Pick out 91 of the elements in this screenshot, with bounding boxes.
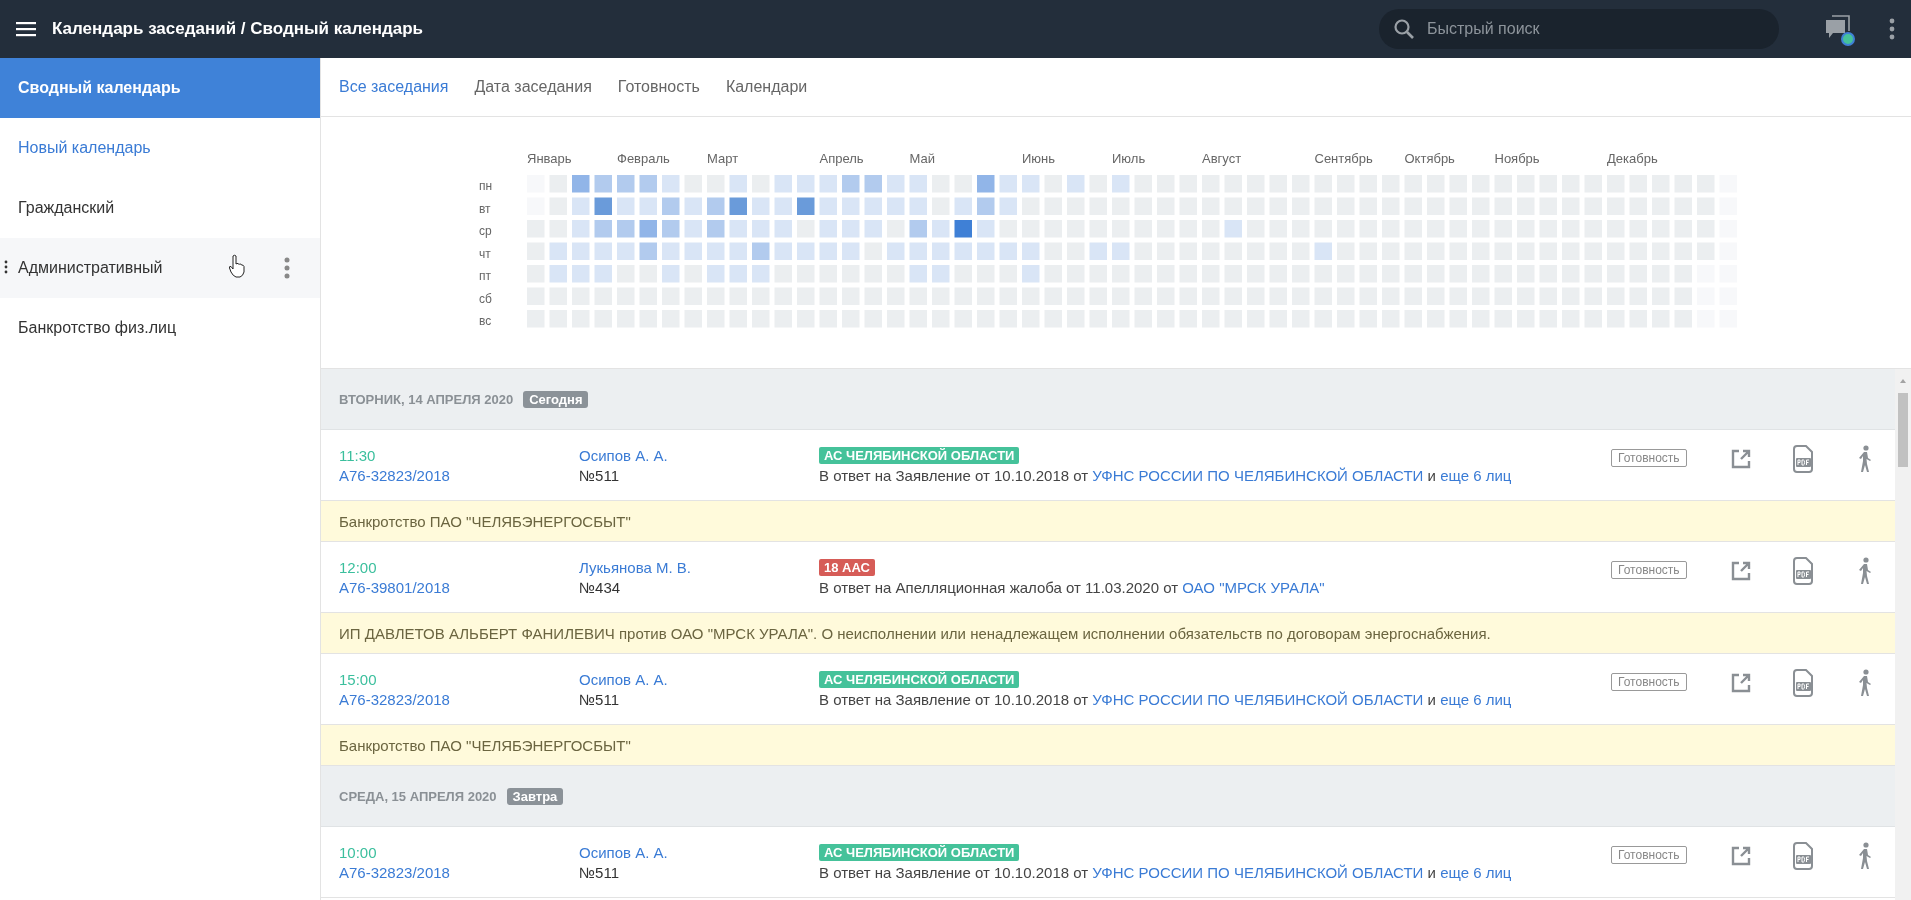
weekday-label: пн (479, 178, 494, 195)
weekday-label: вт (479, 200, 492, 218)
judge-link[interactable]: Осипов А. А. (579, 843, 668, 861)
others-link[interactable]: еще 6 лиц (1440, 863, 1512, 881)
meeting-time: 11:30 (339, 446, 376, 464)
case-number-link[interactable]: А76-32823/2018 (339, 863, 450, 881)
drag-handle-icon[interactable] (4, 260, 8, 274)
sidebar-item[interactable]: Банкротство физ.лиц (0, 298, 320, 358)
weekday-label: ср (479, 223, 493, 240)
more-icon[interactable] (284, 257, 290, 279)
month-label: Октябрь (1404, 151, 1456, 168)
meeting-description: В ответ на Заявление от 10.10.2018 от УФНС РОССИИ ПО ЧЕЛЯБИНСКОЙ ОБЛАСТИ и еще 6 лиц (819, 466, 1512, 484)
external-link-icon[interactable] (1730, 672, 1752, 694)
month-label: Январь (527, 151, 573, 168)
tab[interactable]: Готовность (617, 78, 700, 96)
external-link-icon[interactable] (1730, 560, 1752, 582)
meeting-description: В ответ на Заявление от 10.10.2018 от УФНС РОССИИ ПО ЧЕЛЯБИНСКОЙ ОБЛАСТИ и еще 6 лиц (819, 863, 1512, 881)
menu-icon[interactable] (16, 21, 36, 37)
party-link[interactable]: УФНС РОССИИ ПО ЧЕЛЯБИНСКОЙ ОБЛАСТИ (1092, 863, 1424, 881)
chat-icon[interactable] (1825, 14, 1851, 40)
case-summary: ИП ДАВЛЕТОВ АЛЬБЕРТ ФАНИЛЕВИЧ против ОАО "МРСК УРАЛА". О неисполнении или ненадлежащем исполнении обязательств по договорам энергоснабжения. (321, 613, 1895, 654)
month-label: Март (707, 151, 740, 168)
weekday-label: сб (479, 290, 493, 308)
case-number-link[interactable]: А76-32823/2018 (339, 466, 450, 484)
month-label: Август (1202, 151, 1243, 168)
tab[interactable]: Календари (725, 78, 808, 96)
month-label: Июнь (1022, 151, 1057, 168)
tab[interactable]: Дата заседания (474, 78, 592, 96)
party-link[interactable]: УФНС РОССИИ ПО ЧЕЛЯБИНСКОЙ ОБЛАСТИ (1092, 466, 1424, 484)
case-summary: Банкротство ПАО "ЧЕЛЯБЭНЕРГОСБЫТ" (321, 501, 1895, 542)
month-label: Май (909, 151, 936, 168)
court-tag: АС ЧЕЛЯБИНСКОЙ ОБЛАСТИ (819, 843, 1020, 861)
month-label: Декабрь (1607, 151, 1659, 168)
court-tag: АС ЧЕЛЯБИНСКОЙ ОБЛАСТИ (819, 670, 1020, 688)
search-field[interactable]: Быстрый поиск (1379, 9, 1779, 49)
month-label: Ноябрь (1494, 151, 1541, 168)
case-number-link[interactable]: А76-32823/2018 (339, 690, 450, 708)
more-icon[interactable] (1889, 18, 1895, 40)
month-label: Июль (1112, 151, 1147, 168)
walking-person-icon[interactable] (1857, 445, 1873, 473)
search-icon (1393, 18, 1415, 40)
readiness-button[interactable]: Готовность (1611, 846, 1687, 864)
hand-cursor-icon (228, 254, 246, 278)
meeting-description: В ответ на Заявление от 10.10.2018 от УФНС РОССИИ ПО ЧЕЛЯБИНСКОЙ ОБЛАСТИ и еще 6 лиц (819, 690, 1512, 708)
others-link[interactable]: еще 6 лиц (1440, 690, 1512, 708)
day-badge: Завтра (506, 787, 564, 805)
walking-person-icon[interactable] (1857, 557, 1873, 585)
hall-number: №511 (579, 690, 619, 708)
meeting-time: 10:00 (339, 843, 377, 861)
external-link-icon[interactable] (1730, 448, 1752, 470)
month-label: Февраль (617, 151, 671, 168)
case-summary: Банкротство ПАО "ЧЕЛЯБЭНЕРГОСБЫТ" (321, 725, 1895, 766)
sidebar-item[interactable]: Сводный календарь (0, 58, 320, 118)
judge-link[interactable]: Лукьянова М. В. (579, 558, 691, 576)
walking-person-icon[interactable] (1857, 842, 1873, 870)
judge-link[interactable]: Осипов А. А. (579, 446, 668, 464)
sidebar-item[interactable]: Новый календарь (0, 118, 320, 178)
meeting-description: В ответ на Апелляционная жалоба от 11.03.2020 от ОАО "МРСК УРАЛА" (819, 578, 1325, 596)
external-link-icon[interactable] (1730, 845, 1752, 867)
page-title: Календарь заседаний / Сводный календарь (52, 19, 425, 39)
weekday-label: пт (479, 268, 492, 285)
meeting-time: 15:00 (339, 670, 377, 688)
readiness-button[interactable]: Готовность (1611, 561, 1687, 579)
hall-number: №511 (579, 466, 619, 484)
hall-number: №511 (579, 863, 619, 881)
pdf-file-icon[interactable] (1792, 669, 1814, 697)
month-label: Сентябрь (1314, 151, 1374, 168)
readiness-button[interactable]: Готовность (1611, 449, 1687, 467)
pdf-file-icon[interactable] (1792, 445, 1814, 473)
hall-number: №434 (579, 578, 621, 596)
meeting-time: 12:00 (339, 558, 377, 576)
judge-link[interactable]: Осипов А. А. (579, 670, 668, 688)
pdf-file-icon[interactable] (1792, 557, 1814, 585)
party-link[interactable]: ОАО "МРСК УРАЛА" (1182, 578, 1325, 596)
sidebar-item[interactable]: Административный (0, 238, 320, 298)
weekday-label: вс (479, 313, 493, 330)
others-link[interactable]: еще 6 лиц (1440, 466, 1512, 484)
court-tag: 18 ААС (819, 558, 875, 576)
tab[interactable]: Все заседания (339, 78, 449, 96)
court-tag: АС ЧЕЛЯБИНСКОЙ ОБЛАСТИ (819, 446, 1020, 464)
month-label: Апрель (819, 151, 865, 168)
day-heading: СРЕДА, 15 АПРЕЛЯ 2020 (339, 788, 497, 804)
day-badge: Сегодня (523, 390, 589, 408)
party-link[interactable]: УФНС РОССИИ ПО ЧЕЛЯБИНСКОЙ ОБЛАСТИ (1092, 690, 1424, 708)
day-heading: ВТОРНИК, 14 АПРЕЛЯ 2020 (339, 391, 514, 407)
walking-person-icon[interactable] (1857, 669, 1873, 697)
readiness-button[interactable]: Готовность (1611, 673, 1687, 691)
pdf-file-icon[interactable] (1792, 842, 1814, 870)
sidebar-item[interactable]: Гражданский (0, 178, 320, 238)
weekday-label: чт (479, 245, 492, 263)
case-number-link[interactable]: А76-39801/2018 (339, 578, 450, 596)
